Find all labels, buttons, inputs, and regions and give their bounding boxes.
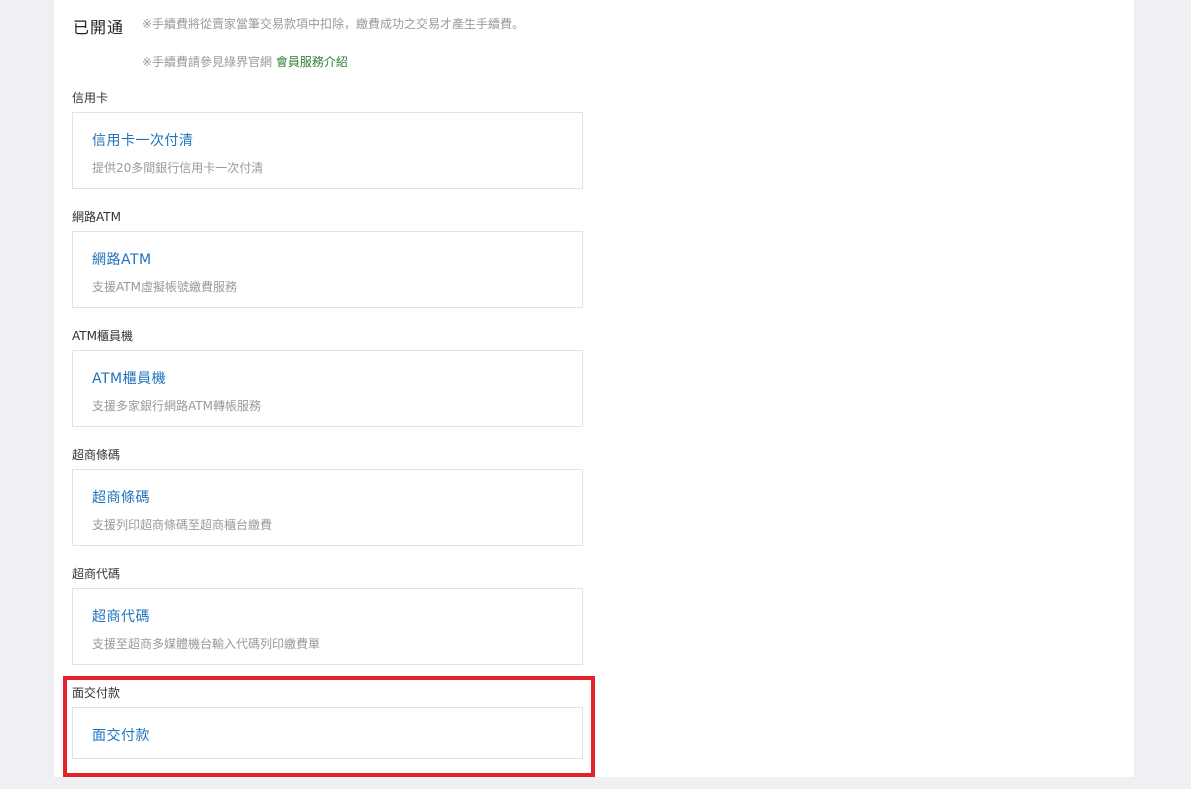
fee-note: ※手續費將從賣家當筆交易款項中扣除，繳費成功之交易才產生手續費。 (142, 17, 525, 31)
method-card-web-atm[interactable]: 網路ATM 支援ATM虛擬帳號繳費服務 (72, 231, 583, 308)
section-label-store-barcode: 超商條碼 (72, 448, 121, 462)
section-label-store-code: 超商代碼 (72, 567, 121, 581)
section-label-web-atm: 網路ATM (72, 210, 121, 224)
method-card-face-to-face[interactable]: 面交付款 (72, 707, 583, 759)
status-title: 已開通 (73, 18, 125, 37)
method-card-credit-card[interactable]: 信用卡一次付清 提供20多間銀行信用卡一次付清 (72, 112, 583, 189)
section-label-face-to-face: 面交付款 (72, 686, 121, 700)
section-label-atm: ATM櫃員機 (72, 329, 133, 343)
method-desc: 支援多家銀行網路ATM轉帳服務 (92, 399, 261, 413)
reference-note: ※手續費請參見綠界官網 會員服務介紹 (142, 53, 348, 70)
method-desc: 支援列印超商條碼至超商櫃台繳費 (92, 518, 273, 532)
method-card-store-barcode[interactable]: 超商條碼 支援列印超商條碼至超商櫃台繳費 (72, 469, 583, 546)
section-label-credit-card: 信用卡 (72, 91, 109, 105)
member-service-link[interactable]: 會員服務介紹 (276, 55, 348, 69)
method-title: 超商代碼 (92, 609, 150, 625)
method-desc: 提供20多間銀行信用卡一次付清 (92, 161, 264, 175)
method-title: 面交付款 (92, 728, 150, 744)
method-desc: 支援ATM虛擬帳號繳費服務 (92, 280, 237, 294)
method-card-atm[interactable]: ATM櫃員機 支援多家銀行網路ATM轉帳服務 (72, 350, 583, 427)
method-desc: 支援至超商多媒體機台輸入代碼列印繳費單 (92, 637, 321, 651)
method-title: ATM櫃員機 (92, 371, 167, 387)
method-title: 信用卡一次付清 (92, 133, 194, 149)
reference-note-text: ※手續費請參見綠界官網 (142, 55, 273, 69)
method-title: 網路ATM (92, 252, 152, 268)
method-title: 超商條碼 (92, 490, 150, 506)
method-card-store-code[interactable]: 超商代碼 支援至超商多媒體機台輸入代碼列印繳費單 (72, 588, 583, 665)
